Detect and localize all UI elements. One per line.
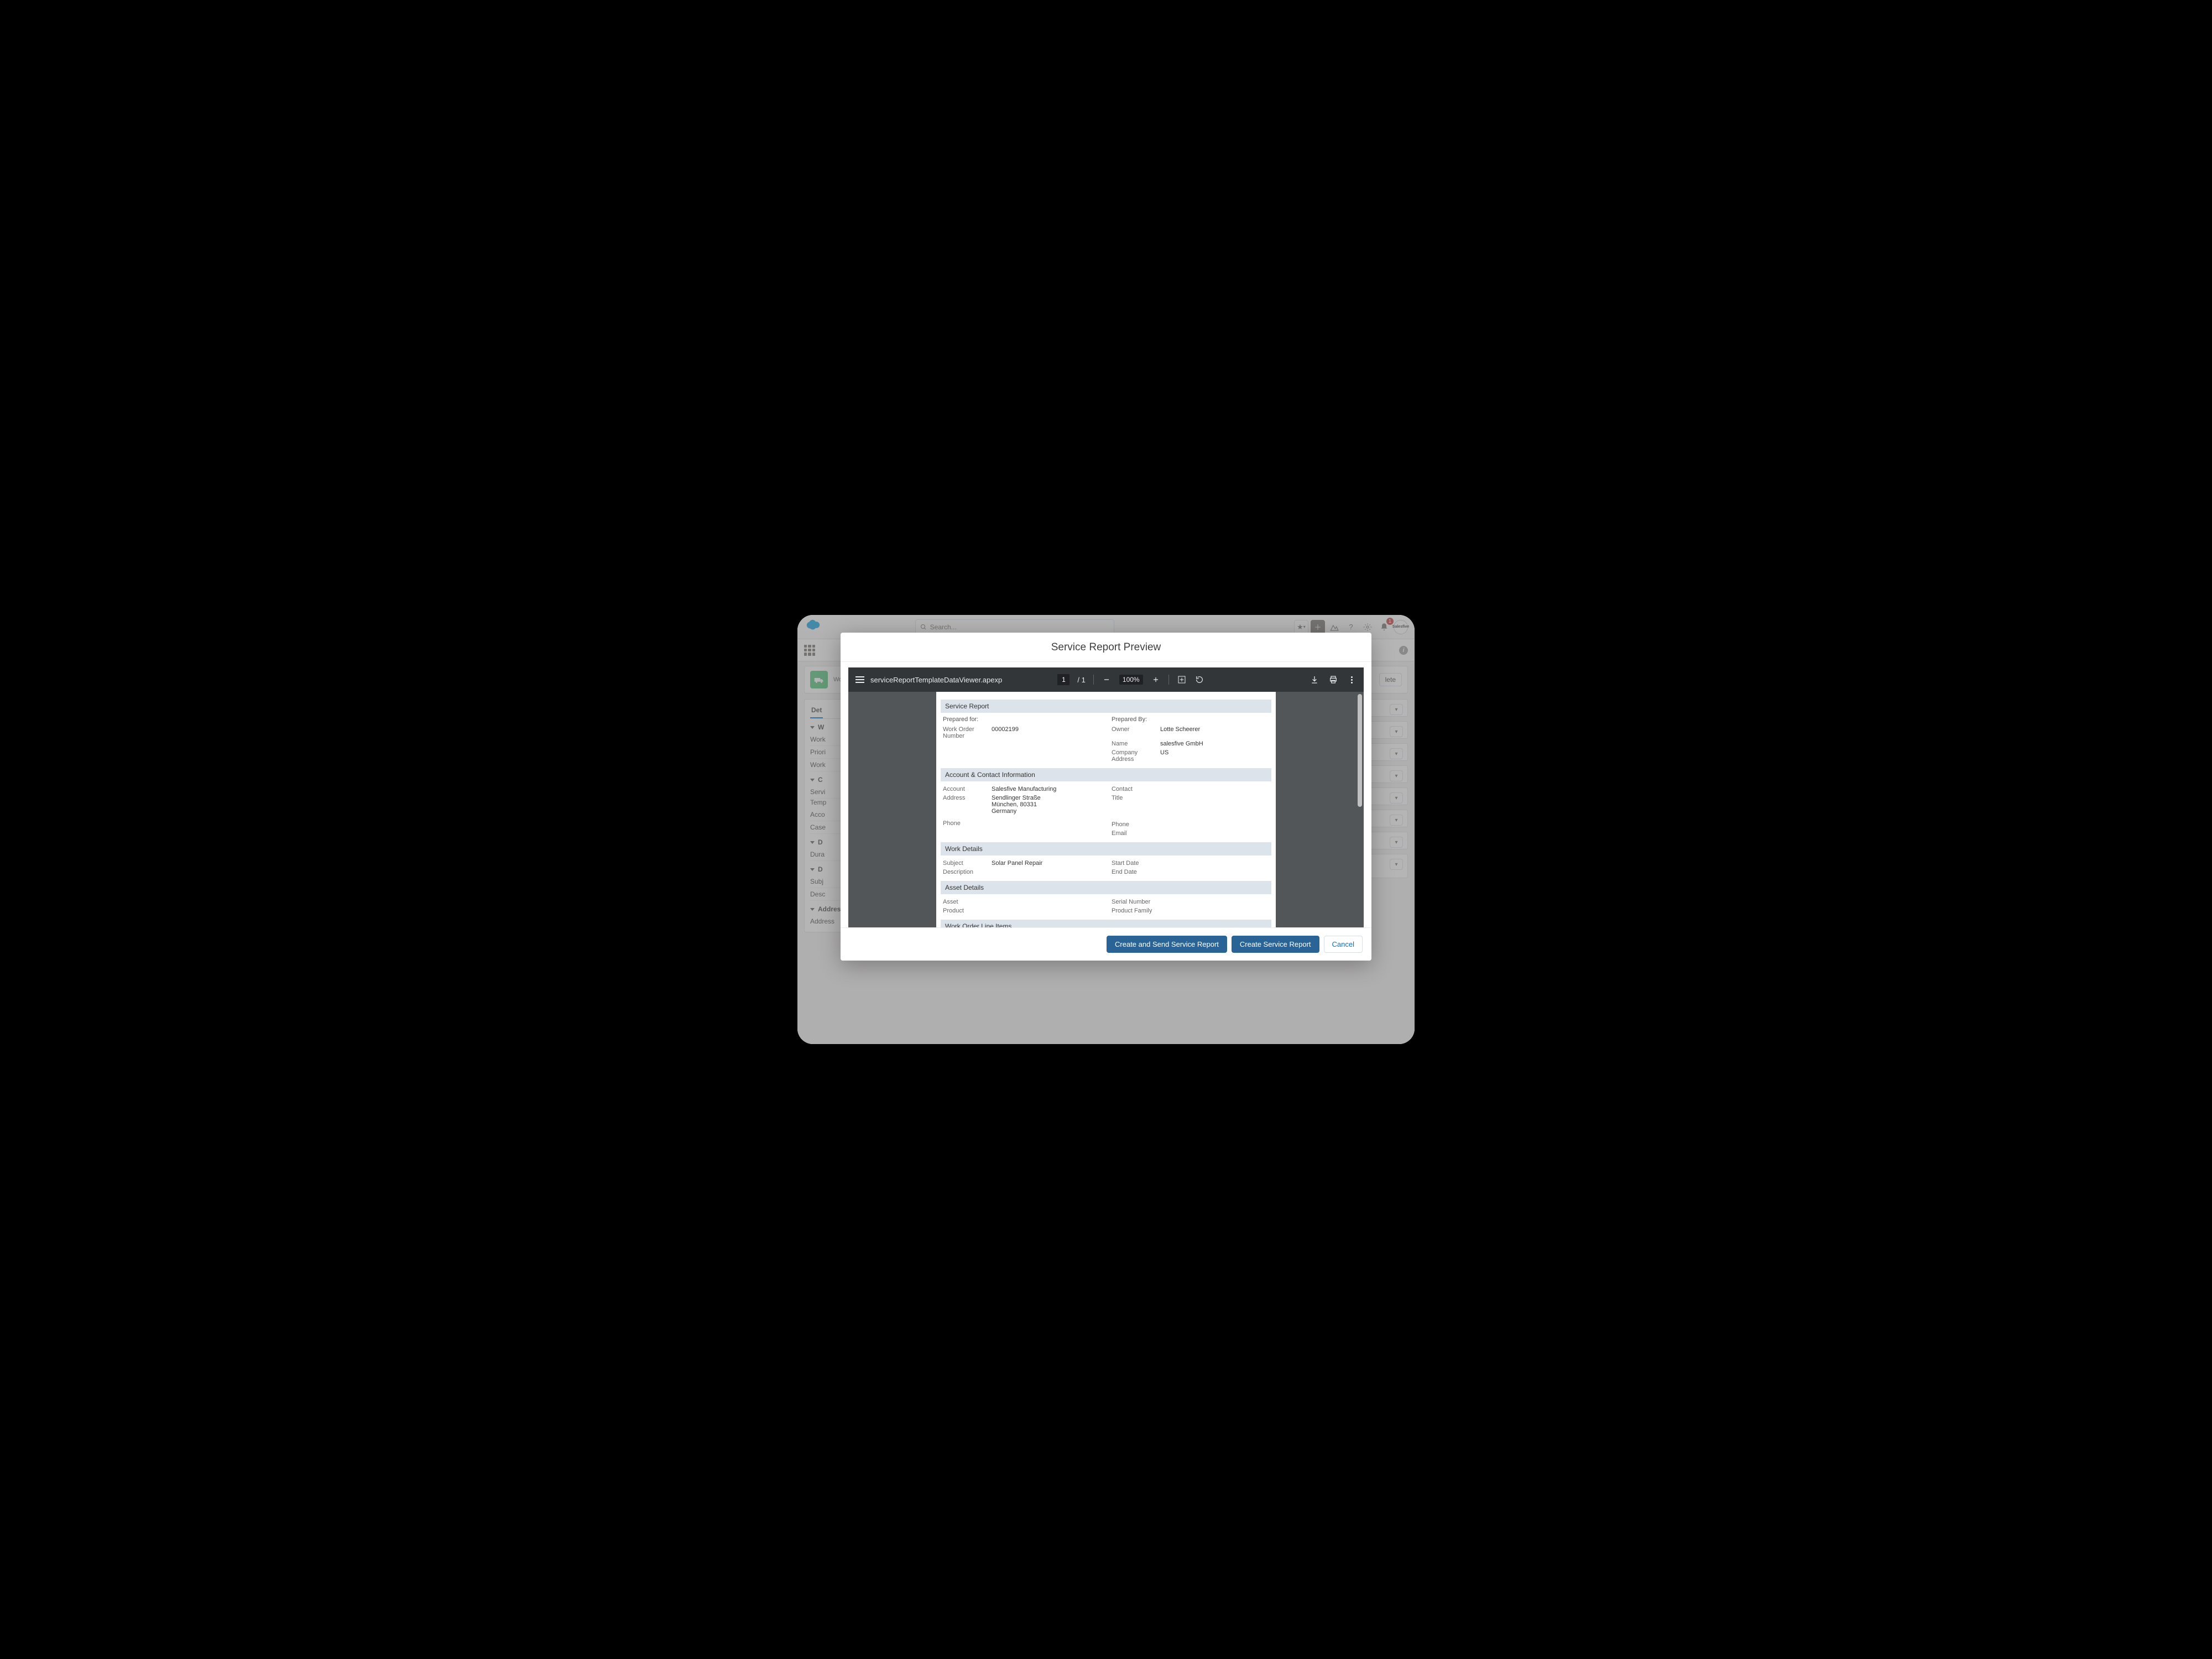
zoom-in-icon[interactable]	[1151, 675, 1161, 685]
pdf-viewer: serviceReportTemplateDataViewer.apexp / …	[848, 667, 1364, 927]
scrollbar[interactable]	[1358, 694, 1362, 807]
page-total: / 1	[1077, 676, 1085, 684]
modal-close-icon[interactable]: ✕	[1359, 637, 1367, 649]
screen: Search... ★▾ ＋ ? 1 Salesfive	[797, 615, 1415, 1044]
section-account: Account & Contact Information	[941, 768, 1271, 781]
download-icon[interactable]	[1310, 675, 1319, 685]
report-title: Service Report	[941, 700, 1271, 713]
create-service-report-button[interactable]: Create Service Report	[1232, 936, 1319, 953]
zoom-out-icon[interactable]	[1102, 675, 1112, 685]
rotate-icon[interactable]	[1194, 675, 1204, 685]
zoom-level: 100%	[1119, 675, 1143, 685]
page-number-input[interactable]	[1057, 674, 1070, 685]
modal-title: Service Report Preview	[841, 633, 1371, 662]
section-asset-details: Asset Details	[941, 881, 1271, 894]
cancel-button[interactable]: Cancel	[1324, 936, 1363, 953]
create-and-send-button[interactable]: Create and Send Service Report	[1107, 936, 1227, 953]
modal-footer: Create and Send Service Report Create Se…	[841, 927, 1371, 961]
pdf-page: Service Report Prepared for: Work Order …	[936, 692, 1276, 927]
pdf-scroll-area[interactable]: Service Report Prepared for: Work Order …	[848, 692, 1364, 927]
service-report-preview-modal: Service Report Preview serviceReportTemp…	[841, 633, 1371, 961]
pdf-toolbar: serviceReportTemplateDataViewer.apexp / …	[848, 667, 1364, 692]
fit-page-icon[interactable]	[1177, 675, 1187, 685]
menu-icon[interactable]	[855, 675, 865, 685]
section-work-details: Work Details	[941, 842, 1271, 855]
print-icon[interactable]	[1328, 675, 1338, 685]
pdf-filename: serviceReportTemplateDataViewer.apexp	[870, 676, 1002, 684]
tablet-frame: Search... ★▾ ＋ ? 1 Salesfive	[785, 603, 1427, 1056]
more-options-icon[interactable]	[1347, 675, 1357, 685]
section-work-order-line-items: Work Order Line Items	[941, 920, 1271, 927]
